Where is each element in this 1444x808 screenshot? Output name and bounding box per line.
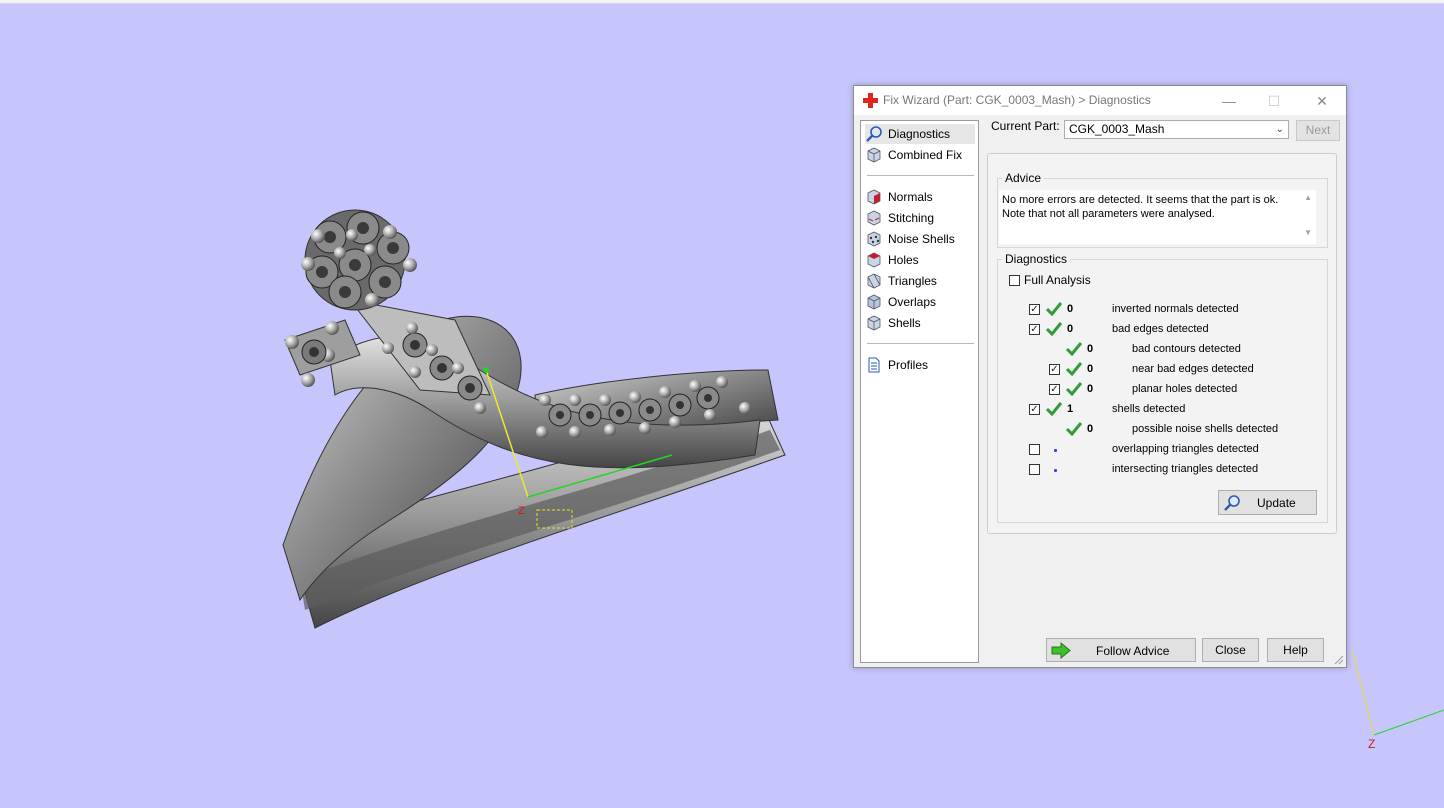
corner-axis-label: Z	[1368, 737, 1375, 751]
diagnostic-label: bad contours detected	[1132, 343, 1241, 355]
noise-shells-icon	[867, 231, 881, 247]
title-bar[interactable]: Fix Wizard (Part: CGK_0003_Mash) > Diagn…	[854, 86, 1346, 115]
nav-item-overlaps[interactable]: Overlaps	[865, 292, 975, 312]
diagnostic-label: planar holes detected	[1132, 383, 1238, 395]
minimize-button[interactable]: —	[1217, 90, 1241, 112]
red-cross-icon	[863, 93, 878, 108]
diagnostic-count: 0	[1087, 343, 1094, 355]
nav-divider	[867, 175, 974, 176]
green-check-icon	[1046, 302, 1062, 316]
green-check-icon	[1066, 422, 1082, 436]
diagnostic-count: 0	[1087, 383, 1094, 395]
shells-cube-icon	[867, 315, 881, 331]
follow-advice-button[interactable]: Follow Advice	[1046, 638, 1196, 662]
nav-item-stitching[interactable]: Stitching	[865, 208, 975, 228]
green-check-icon	[1066, 382, 1082, 396]
green-check-icon	[1066, 362, 1082, 376]
full-analysis-checkbox[interactable]	[1009, 275, 1020, 286]
current-part-value: CGK_0003_Mash	[1069, 122, 1165, 136]
nav-item-noise-shells[interactable]: Noise Shells	[865, 229, 975, 249]
nav-label: Combined Fix	[888, 148, 963, 162]
diagnostics-panel: Advice No more errors are detected. It s…	[987, 153, 1337, 534]
diagnostic-count: 1	[1067, 403, 1074, 415]
maximize-button[interactable]: ☐	[1262, 90, 1286, 112]
diagnostic-label: inverted normals detected	[1112, 303, 1239, 315]
nav-label: Shells	[888, 316, 921, 330]
wizard-navigation: Diagnostics Combined Fix Normals Stitchi…	[860, 120, 979, 663]
nav-label: Profiles	[888, 358, 929, 372]
nav-item-normals[interactable]: Normals	[865, 187, 975, 207]
current-part-dropdown[interactable]: CGK_0003_Mash ⌄	[1064, 120, 1289, 139]
advice-title: Advice	[1002, 171, 1045, 185]
full-analysis-label: Full Analysis	[1024, 273, 1091, 287]
origin-axis-label: Z	[518, 505, 525, 517]
row-checkbox[interactable]	[1029, 464, 1040, 475]
chevron-down-icon: ⌄	[1275, 124, 1284, 135]
normals-cube-icon	[867, 189, 881, 205]
stitching-cube-icon	[867, 210, 881, 226]
row-checkbox[interactable]	[1029, 444, 1040, 455]
row-checkbox[interactable]: ✓	[1029, 324, 1040, 335]
diagnostic-count: 0	[1087, 423, 1094, 435]
pending-dot-icon	[1054, 469, 1057, 472]
follow-advice-label: Follow Advice	[1096, 644, 1170, 658]
nav-divider	[867, 343, 974, 344]
fix-wizard-dialog: Fix Wizard (Part: CGK_0003_Mash) > Diagn…	[853, 85, 1347, 668]
row-checkbox[interactable]: ✓	[1049, 364, 1060, 375]
update-label: Update	[1257, 496, 1296, 510]
holes-cube-icon	[867, 252, 881, 268]
row-checkbox[interactable]: ✓	[1049, 384, 1060, 395]
diagnostic-count: 0	[1067, 303, 1074, 315]
nav-label: Stitching	[888, 211, 935, 225]
row-checkbox[interactable]: ✓	[1029, 404, 1040, 415]
scroll-down-icon[interactable]: ▼	[1304, 228, 1312, 237]
magnifier-icon	[1224, 495, 1240, 511]
green-arrow-icon	[1051, 642, 1071, 659]
advice-text: No more errors are detected. It seems th…	[1002, 194, 1279, 220]
nav-item-combined-fix[interactable]: Combined Fix	[865, 145, 975, 165]
diagnostic-count: 0	[1087, 363, 1094, 375]
nav-label: Diagnostics	[888, 127, 951, 141]
diagnostic-label: near bad edges detected	[1132, 363, 1254, 375]
nav-label: Normals	[888, 190, 933, 204]
green-check-icon	[1046, 322, 1062, 336]
nav-item-diagnostics[interactable]: Diagnostics	[865, 124, 975, 144]
close-button[interactable]: Close	[1202, 638, 1259, 662]
green-check-icon	[1066, 342, 1082, 356]
help-button[interactable]: Help	[1267, 638, 1324, 662]
diagnostic-label: possible noise shells detected	[1132, 423, 1279, 435]
pending-dot-icon	[1054, 449, 1057, 452]
green-check-icon	[1046, 402, 1062, 416]
diagnostic-label: shells detected	[1112, 403, 1186, 415]
diagnostics-title: Diagnostics	[1002, 252, 1071, 266]
overlaps-cube-icon	[867, 294, 881, 310]
diagnostic-label: bad edges detected	[1112, 323, 1209, 335]
nav-label: Overlaps	[888, 295, 937, 309]
profiles-document-icon	[868, 357, 880, 373]
nav-label: Triangles	[888, 274, 937, 288]
nav-item-profiles[interactable]: Profiles	[865, 355, 975, 375]
dialog-title: Fix Wizard (Part: CGK_0003_Mash) > Diagn…	[883, 93, 1151, 107]
nav-item-triangles[interactable]: Triangles	[865, 271, 975, 291]
diagnostic-label: intersecting triangles detected	[1112, 463, 1259, 475]
next-button[interactable]: Next	[1296, 120, 1340, 141]
diagnostic-label: overlapping triangles detected	[1112, 443, 1259, 455]
nav-item-holes[interactable]: Holes	[865, 250, 975, 270]
close-window-button[interactable]: ✕	[1310, 90, 1334, 112]
nav-item-shells[interactable]: Shells	[865, 313, 975, 333]
cube-icon	[867, 147, 881, 163]
current-part-label: Current Part:	[991, 119, 1060, 133]
magnifier-icon	[866, 126, 882, 142]
nav-label: Noise Shells	[888, 232, 955, 246]
advice-textbox[interactable]: No more errors are detected. It seems th…	[999, 190, 1316, 244]
update-button[interactable]: Update	[1218, 490, 1317, 515]
nav-label: Holes	[888, 253, 919, 267]
resize-grip-icon[interactable]	[1334, 655, 1344, 665]
diagnostic-count: 0	[1067, 323, 1074, 335]
triangles-cube-icon	[867, 273, 881, 289]
scroll-up-icon[interactable]: ▲	[1304, 193, 1312, 202]
row-checkbox[interactable]: ✓	[1029, 304, 1040, 315]
